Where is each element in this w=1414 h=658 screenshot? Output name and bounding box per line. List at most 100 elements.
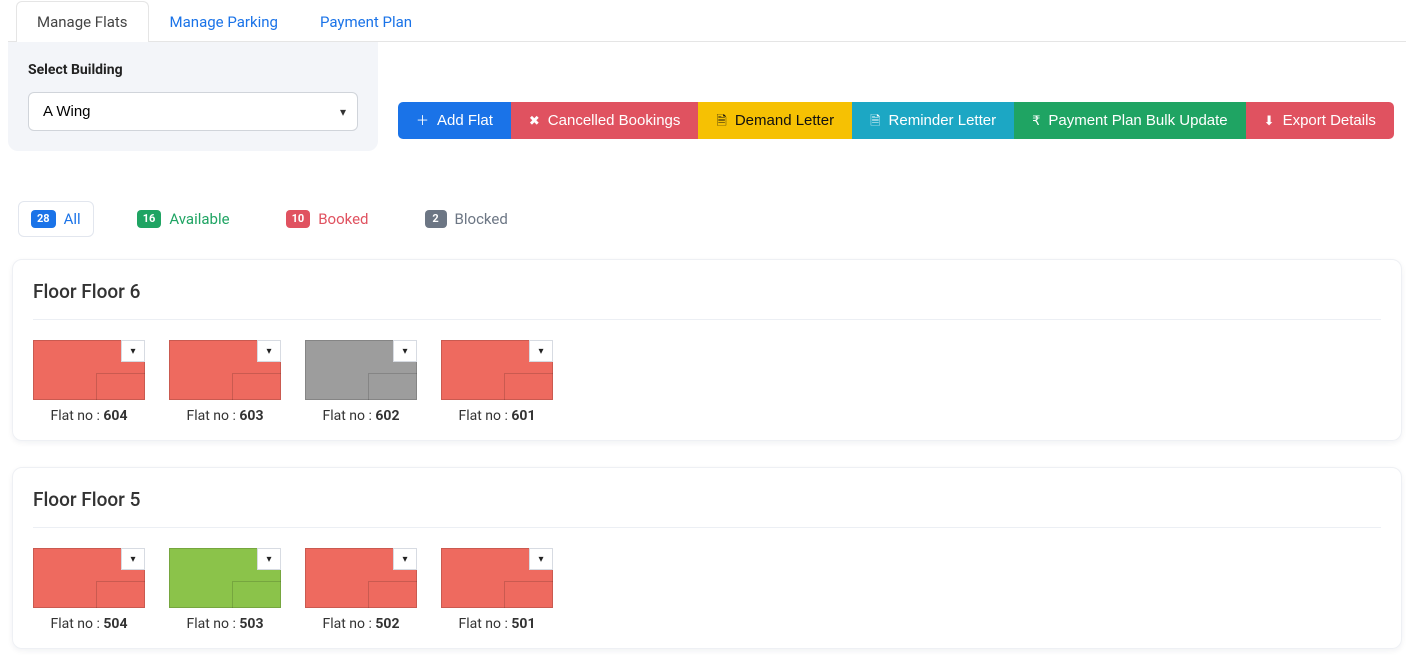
plus-icon: ＋ <box>416 114 429 127</box>
filter-available[interactable]: 16 Available <box>124 201 243 237</box>
filter-blocked-label: Blocked <box>455 210 508 228</box>
flat-label-prefix: Flat no : <box>187 616 240 632</box>
flat-menu-button[interactable]: ▾ <box>393 548 417 570</box>
document-icon: 🗎 <box>716 114 726 127</box>
flat-number: 602 <box>375 408 399 424</box>
cancelled-bookings-label: Cancelled Bookings <box>548 112 681 129</box>
caret-down-icon: ▾ <box>130 554 135 565</box>
flat-card-504[interactable]: ▾ Flat no : 504 <box>33 548 145 632</box>
filter-available-label: Available <box>169 210 229 228</box>
flat-number: 501 <box>511 616 535 632</box>
flat-label-prefix: Flat no : <box>323 616 376 632</box>
flat-card-501[interactable]: ▾ Flat no : 501 <box>441 548 553 632</box>
caret-down-icon: ▾ <box>266 346 271 357</box>
flat-card-502[interactable]: ▾ Flat no : 502 <box>305 548 417 632</box>
tab-manage-parking[interactable]: Manage Parking <box>149 1 299 42</box>
floor-title: Floor Floor 6 <box>33 280 1381 320</box>
flat-menu-button[interactable]: ▾ <box>257 340 281 362</box>
flat-label-prefix: Flat no : <box>459 616 512 632</box>
flat-card-603[interactable]: ▾ Flat no : 603 <box>169 340 281 424</box>
flat-card-604[interactable]: ▾ Flat no : 604 <box>33 340 145 424</box>
select-building-label: Select Building <box>28 62 358 78</box>
caret-down-icon: ▾ <box>266 554 271 565</box>
flat-number: 601 <box>511 408 535 424</box>
flat-label-prefix: Flat no : <box>51 408 104 424</box>
flat-menu-button[interactable]: ▾ <box>121 548 145 570</box>
flat-label: Flat no : 502 <box>305 616 417 632</box>
status-filters: 28 All 16 Available 10 Booked 2 Blocked <box>18 201 1406 237</box>
flat-plan-icon: ▾ <box>169 340 281 400</box>
caret-down-icon: ▾ <box>538 554 543 565</box>
export-details-label: Export Details <box>1283 112 1376 129</box>
flat-label: Flat no : 503 <box>169 616 281 632</box>
export-details-button[interactable]: ⬇ Export Details <box>1246 102 1394 139</box>
select-building-panel: Select Building A Wing ▾ <box>8 42 378 151</box>
flat-menu-button[interactable]: ▾ <box>393 340 417 362</box>
flat-label: Flat no : 504 <box>33 616 145 632</box>
flat-number: 502 <box>375 616 399 632</box>
demand-letter-label: Demand Letter <box>735 112 834 129</box>
floor-title: Floor Floor 5 <box>33 488 1381 528</box>
filter-blocked-count: 2 <box>425 210 447 228</box>
flat-menu-button[interactable]: ▾ <box>529 548 553 570</box>
action-toolbar: ＋ Add Flat ✖ Cancelled Bookings 🗎 Demand… <box>398 102 1394 139</box>
building-select[interactable]: A Wing <box>28 92 358 131</box>
cancelled-bookings-button[interactable]: ✖ Cancelled Bookings <box>511 102 699 139</box>
caret-down-icon: ▾ <box>402 554 407 565</box>
filter-blocked[interactable]: 2 Blocked <box>412 201 521 237</box>
tabs-bar: Manage Flats Manage Parking Payment Plan <box>8 0 1406 42</box>
download-icon: ⬇ <box>1264 114 1275 127</box>
flat-label: Flat no : 601 <box>441 408 553 424</box>
flat-card-503[interactable]: ▾ Flat no : 503 <box>169 548 281 632</box>
flat-card-602[interactable]: ▾ Flat no : 602 <box>305 340 417 424</box>
flat-menu-button[interactable]: ▾ <box>121 340 145 362</box>
reminder-letter-button[interactable]: 🗎 Reminder Letter <box>852 102 1014 139</box>
payment-plan-bulk-button[interactable]: ₹ Payment Plan Bulk Update <box>1014 102 1246 139</box>
flat-menu-button[interactable]: ▾ <box>529 340 553 362</box>
flat-label: Flat no : 602 <box>305 408 417 424</box>
flat-row: ▾ Flat no : 604 ▾ Flat no : 603 ▾ <box>33 340 1381 424</box>
flat-plan-icon: ▾ <box>305 340 417 400</box>
flat-label-prefix: Flat no : <box>51 616 104 632</box>
filter-all-count: 28 <box>31 210 56 228</box>
demand-letter-button[interactable]: 🗎 Demand Letter <box>698 102 852 139</box>
flat-plan-icon: ▾ <box>169 548 281 608</box>
flat-plan-icon: ▾ <box>441 548 553 608</box>
building-select-wrap: A Wing ▾ <box>28 92 358 131</box>
flat-plan-icon: ▾ <box>305 548 417 608</box>
add-flat-label: Add Flat <box>437 112 493 129</box>
flat-plan-icon: ▾ <box>33 548 145 608</box>
filter-all-label: All <box>64 210 81 228</box>
flat-plan-icon: ▾ <box>33 340 145 400</box>
flat-label: Flat no : 501 <box>441 616 553 632</box>
flat-row: ▾ Flat no : 504 ▾ Flat no : 503 ▾ <box>33 548 1381 632</box>
tab-payment-plan[interactable]: Payment Plan <box>299 1 433 42</box>
caret-down-icon: ▾ <box>402 346 407 357</box>
payment-plan-bulk-label: Payment Plan Bulk Update <box>1048 112 1227 129</box>
add-flat-button[interactable]: ＋ Add Flat <box>398 102 511 139</box>
caret-down-icon: ▾ <box>130 346 135 357</box>
flat-card-601[interactable]: ▾ Flat no : 601 <box>441 340 553 424</box>
flat-label-prefix: Flat no : <box>323 408 376 424</box>
flat-number: 504 <box>103 616 127 632</box>
flat-number: 603 <box>239 408 263 424</box>
flat-label: Flat no : 603 <box>169 408 281 424</box>
filter-available-count: 16 <box>137 210 162 228</box>
floor-panel-5: Floor Floor 5 ▾ Flat no : 504 ▾ Flat no … <box>12 467 1402 649</box>
filter-all[interactable]: 28 All <box>18 201 94 237</box>
caret-down-icon: ▾ <box>538 346 543 357</box>
close-icon: ✖ <box>529 114 540 127</box>
tab-manage-flats[interactable]: Manage Flats <box>16 1 149 42</box>
rupee-icon: ₹ <box>1032 114 1040 127</box>
flat-number: 503 <box>239 616 263 632</box>
flat-menu-button[interactable]: ▾ <box>257 548 281 570</box>
filter-booked[interactable]: 10 Booked <box>273 201 382 237</box>
controls-row: Select Building A Wing ▾ ＋ Add Flat ✖ Ca… <box>8 42 1406 151</box>
flat-number: 604 <box>103 408 127 424</box>
flat-label: Flat no : 604 <box>33 408 145 424</box>
flat-label-prefix: Flat no : <box>459 408 512 424</box>
filter-booked-label: Booked <box>318 210 368 228</box>
flat-plan-icon: ▾ <box>441 340 553 400</box>
document-icon: 🗎 <box>870 114 880 127</box>
floor-panel-6: Floor Floor 6 ▾ Flat no : 604 ▾ Flat no … <box>12 259 1402 441</box>
